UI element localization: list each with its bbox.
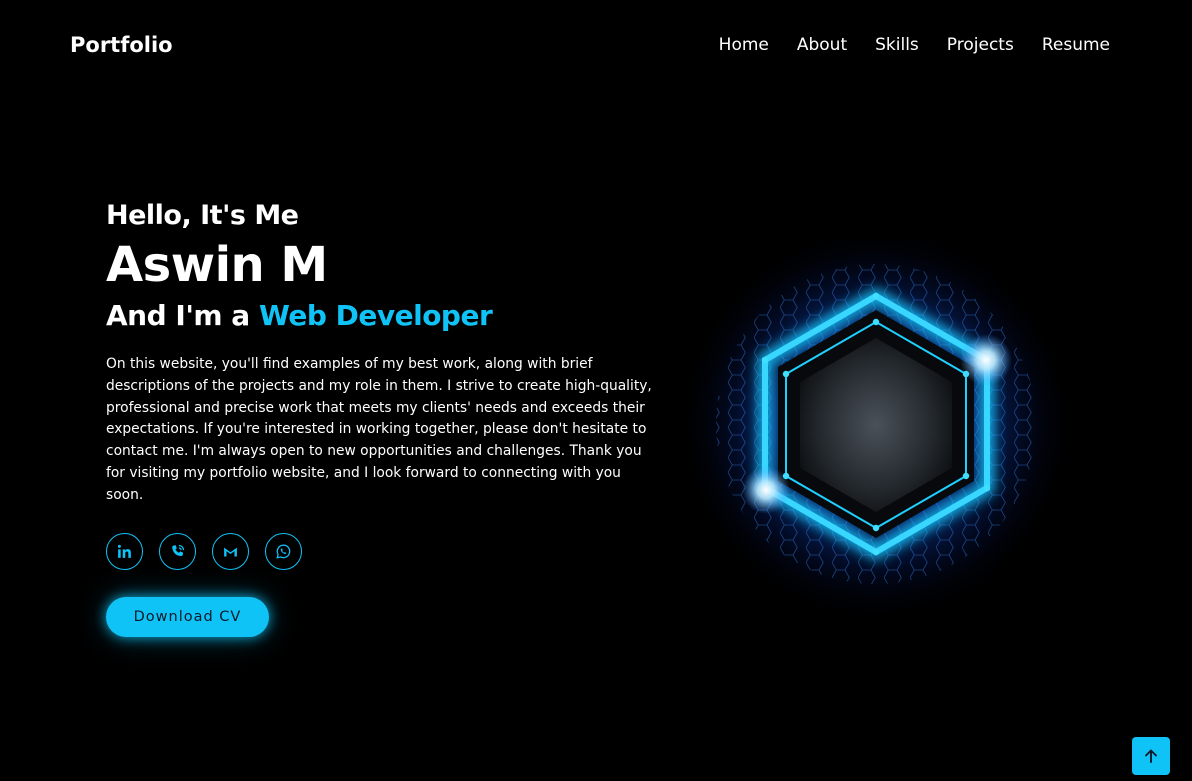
arrow-up-icon: [1145, 749, 1157, 763]
light-flare: [742, 466, 790, 514]
social-links: [106, 532, 666, 570]
scroll-to-top-button[interactable]: [1132, 737, 1170, 775]
nav-home[interactable]: Home: [719, 35, 769, 55]
phone-link[interactable]: [159, 532, 196, 570]
download-cv-button[interactable]: Download CV: [106, 596, 269, 637]
hero-name: Aswin M: [106, 237, 328, 293]
gmail-link[interactable]: [212, 532, 249, 570]
glowing-hexagon-graphic: [676, 240, 1076, 624]
light-flare: [960, 334, 1012, 386]
nav-projects[interactable]: Projects: [947, 35, 1014, 55]
whatsapp-icon: [276, 544, 291, 559]
site-logo[interactable]: Portfolio: [70, 33, 173, 57]
hero-role: And I'm a Web Developer: [106, 299, 666, 332]
nav-skills[interactable]: Skills: [875, 35, 919, 55]
gmail-icon: [224, 547, 237, 557]
role-prefix: And I'm a: [106, 299, 259, 332]
nav-links: Home About Skills Projects Resume: [719, 35, 1110, 55]
hero-section: Hello, It's Me Aswin M And I'm a Web Dev…: [106, 200, 666, 637]
hero-image: [676, 240, 1076, 640]
linkedin-icon: [117, 544, 131, 558]
nav-resume[interactable]: Resume: [1042, 35, 1110, 55]
nav-about[interactable]: About: [797, 35, 847, 55]
navbar: Portfolio Home About Skills Projects Res…: [0, 0, 1192, 92]
linkedin-link[interactable]: [106, 532, 143, 570]
hero-greeting: Hello, It's Me: [106, 200, 299, 231]
hero-description: On this website, you'll find examples of…: [106, 356, 652, 503]
role-highlight: Web Developer: [258, 299, 493, 332]
phone-icon: [172, 544, 185, 556]
whatsapp-link[interactable]: [265, 532, 302, 570]
